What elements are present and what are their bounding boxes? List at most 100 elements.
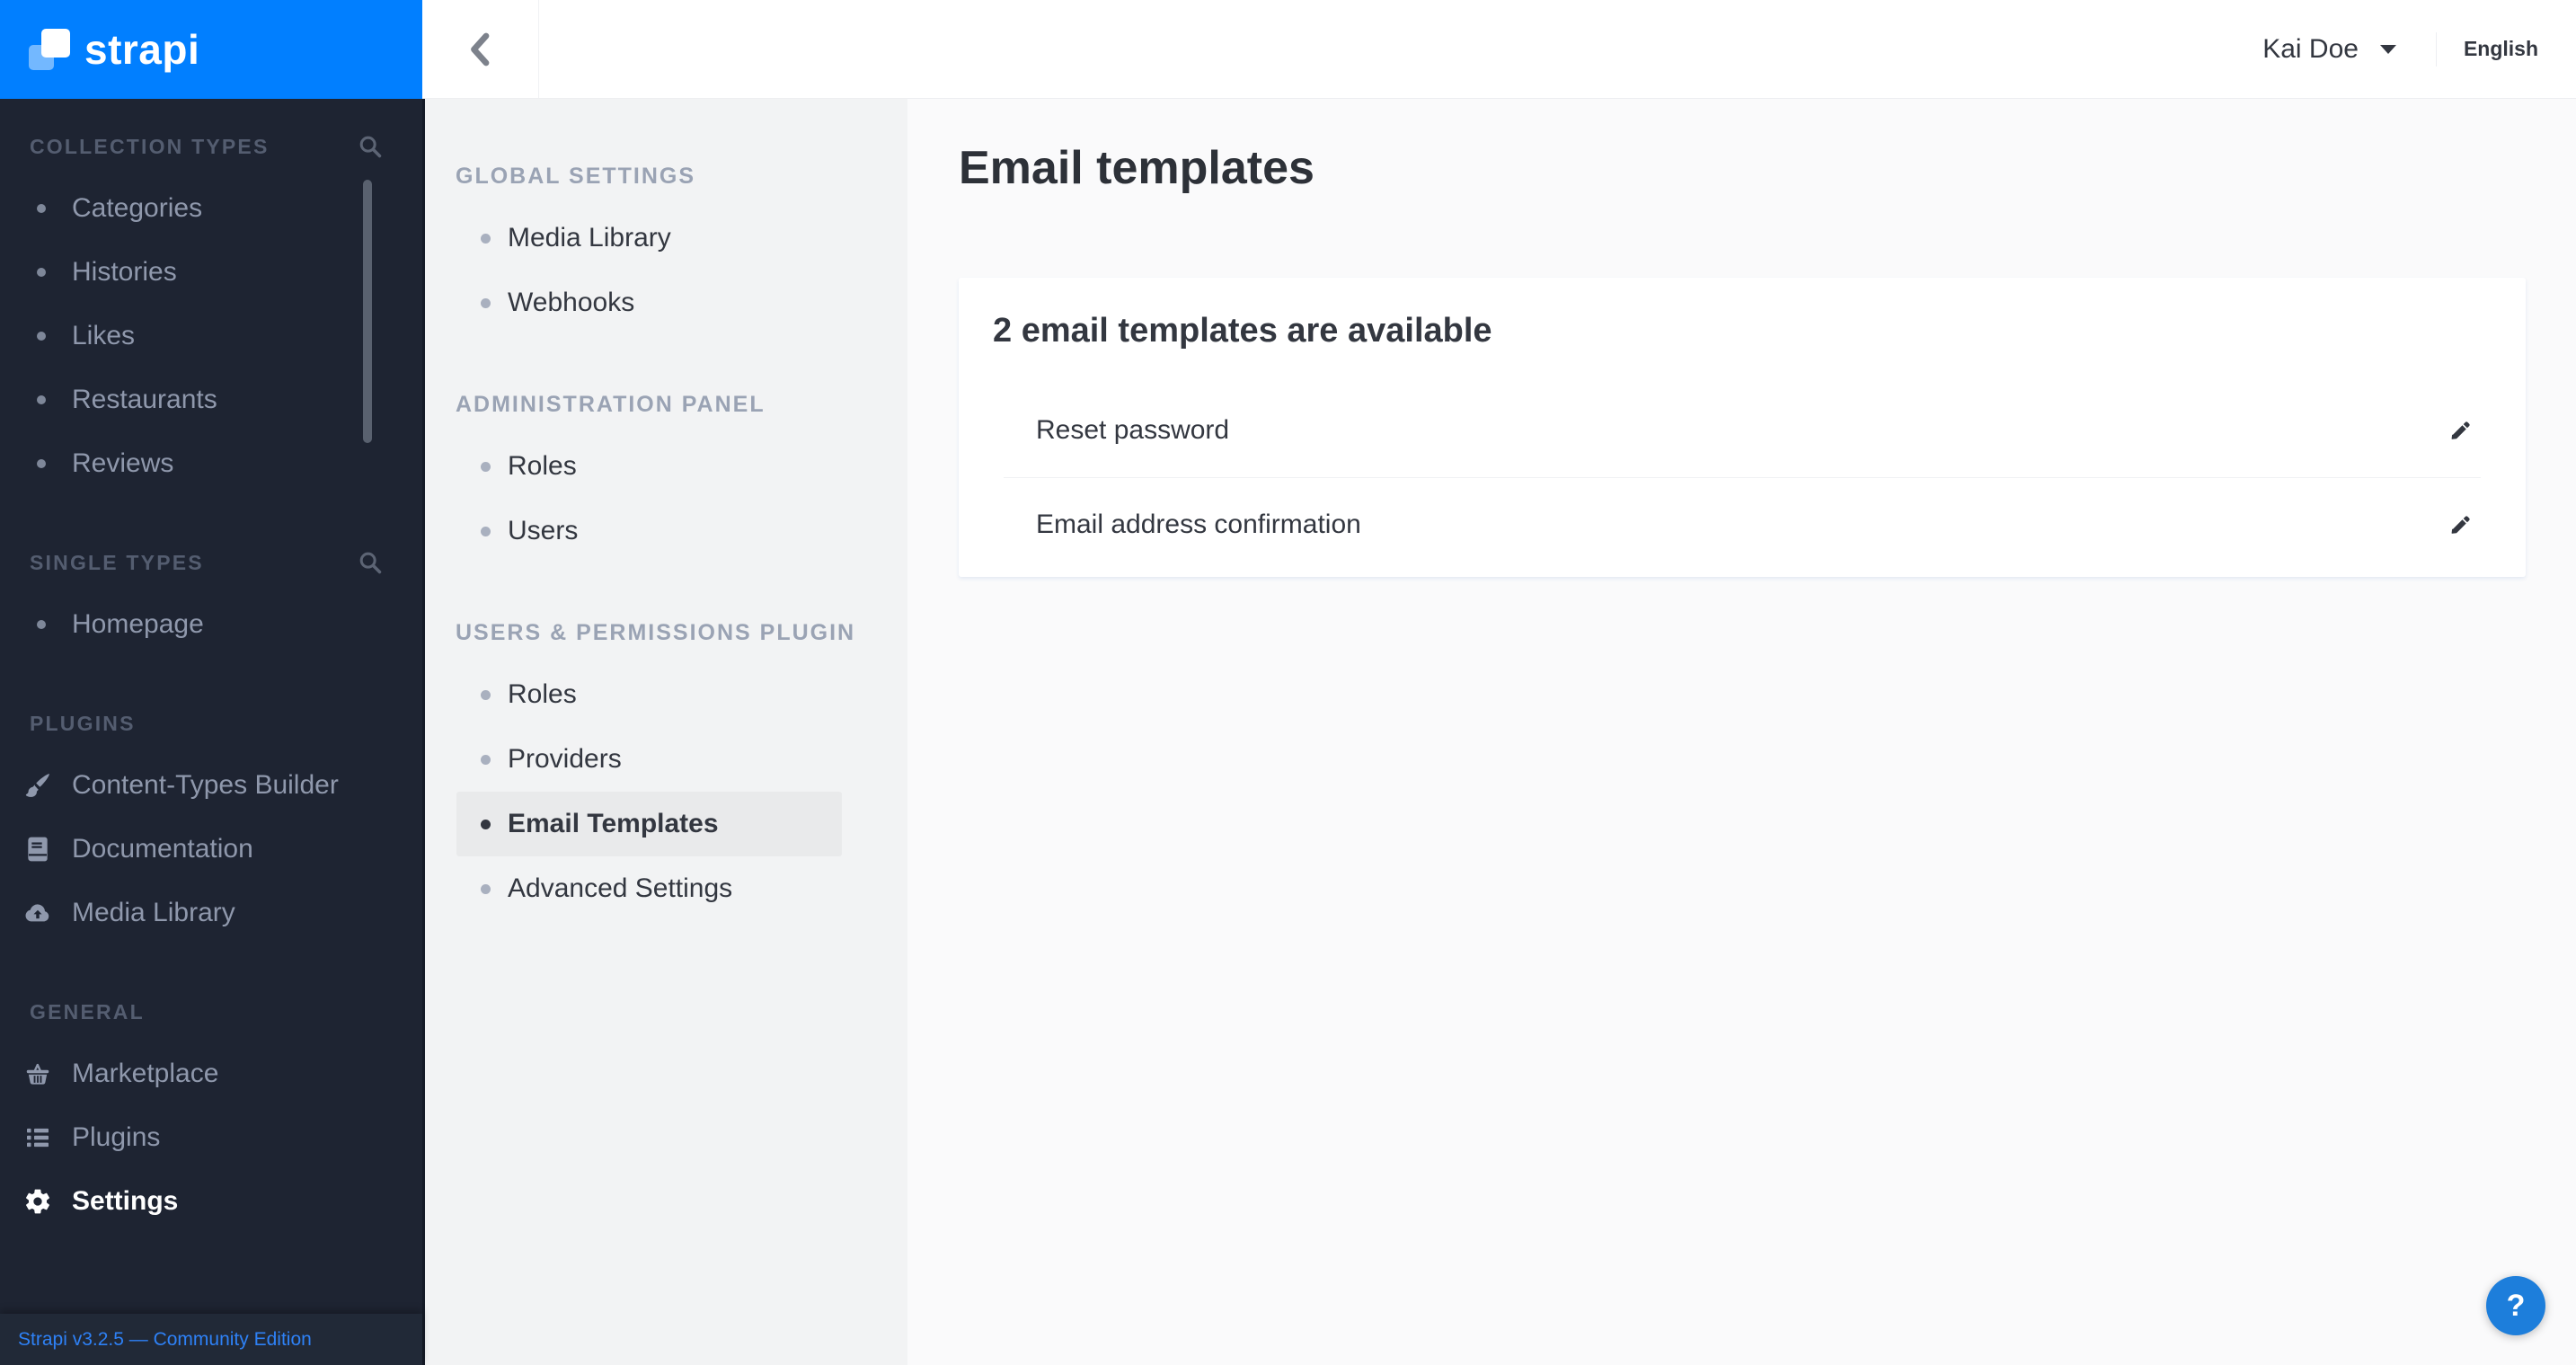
- subnav-item-users[interactable]: Users: [456, 499, 842, 563]
- subnav-item-providers[interactable]: Providers: [456, 727, 842, 792]
- subnav-item-roles[interactable]: Roles: [456, 662, 842, 727]
- sidebar-item-list: Marketplace Plugins Settings: [0, 1041, 422, 1233]
- sidebar-item-reviews[interactable]: Reviews: [0, 431, 422, 495]
- bullet-icon: [37, 394, 46, 404]
- pencil-icon: [2449, 513, 2473, 536]
- sidebar-item-restaurants[interactable]: Restaurants: [0, 368, 422, 431]
- sidebar-item-label: Documentation: [72, 833, 253, 864]
- subnav-item-list: Roles Providers Email Templates Advanced Se…: [422, 662, 907, 921]
- cloud-upload-icon: [23, 899, 52, 927]
- bullet-icon: [37, 619, 46, 629]
- email-templates-card: 2 email templates are available Reset pa…: [959, 278, 2526, 577]
- sidebar-item-label: Restaurants: [72, 384, 217, 414]
- edit-reset-password-button[interactable]: [2441, 411, 2481, 450]
- sidebar-section-label: PLUGINS: [30, 711, 136, 735]
- right-pane: Kai Doe English GLOBAL SETTINGS Media Lib…: [422, 0, 2576, 1365]
- sidebar-item-marketplace[interactable]: Marketplace: [0, 1041, 422, 1105]
- sidebar-item-likes[interactable]: Likes: [0, 304, 422, 368]
- sidebar-section-single-types: SINGLE TYPES Homepage: [0, 542, 422, 656]
- strapi-logo-text: strapi: [84, 26, 200, 73]
- subnav-item-label: Roles: [508, 679, 577, 709]
- sidebar-item-categories[interactable]: Categories: [0, 176, 422, 240]
- sidebar-section-label: GENERAL: [30, 999, 145, 1024]
- topbar-right: Kai Doe English: [2262, 0, 2576, 98]
- strapi-logo-icon: [29, 29, 70, 70]
- subnav-section-administration-panel: ADMINISTRATION PANEL Roles Users: [422, 384, 907, 563]
- subnav-item-label: Providers: [508, 744, 622, 774]
- sidebar-section-label: SINGLE TYPES: [30, 550, 204, 574]
- subnav-section-label: ADMINISTRATION PANEL: [456, 391, 766, 417]
- topbar: Kai Doe English: [422, 0, 2576, 99]
- bullet-icon: [481, 820, 491, 829]
- bullet-icon: [37, 203, 46, 213]
- subnav-item-list: Roles Users: [422, 434, 907, 563]
- book-icon: [23, 835, 52, 864]
- user-menu[interactable]: Kai Doe: [2262, 34, 2398, 65]
- main-sidebar-menu: COLLECTION TYPES Categories Histories Likes…: [0, 99, 422, 1314]
- settings-body: GLOBAL SETTINGS Media Library Webhooks ADMI…: [422, 99, 2576, 1365]
- subnav-item-label: Email Templates: [508, 809, 719, 838]
- subnav-item-label: Users: [508, 516, 579, 545]
- sidebar-item-label: Settings: [72, 1185, 179, 1216]
- help-button[interactable]: ?: [2486, 1276, 2545, 1335]
- sidebar-item-label: Homepage: [72, 608, 204, 639]
- sidebar-item-content-types-builder[interactable]: Content-Types Builder: [0, 753, 422, 817]
- pencil-icon: [2449, 419, 2473, 442]
- sidebar-section-collection-types: COLLECTION TYPES Categories Histories Likes…: [0, 126, 422, 495]
- sidebar-section-header: PLUGINS: [0, 703, 422, 744]
- sidebar-footer: Strapi v3.2.5 — Community Edition: [0, 1314, 422, 1365]
- list-icon: [23, 1123, 52, 1152]
- strapi-logo[interactable]: strapi: [0, 0, 422, 99]
- chevron-left-icon: [465, 31, 497, 68]
- sidebar-item-label: Histories: [72, 256, 177, 287]
- sidebar-item-media-library[interactable]: Media Library: [0, 881, 422, 944]
- template-row-reset-password[interactable]: Reset password: [1004, 383, 2481, 477]
- sidebar-section-header: COLLECTION TYPES: [0, 126, 422, 167]
- sidebar-section-header: GENERAL: [0, 991, 422, 1033]
- search-icon[interactable]: [358, 134, 383, 159]
- subnav-item-webhooks[interactable]: Webhooks: [456, 270, 842, 335]
- sidebar-item-list: Homepage: [0, 592, 422, 656]
- bullet-icon: [481, 298, 491, 308]
- edit-email-address-confirmation-button[interactable]: [2441, 505, 2481, 545]
- sidebar-item-label: Media Library: [72, 897, 235, 927]
- main-sidebar: strapi COLLECTION TYPES Categories Histori…: [0, 0, 422, 1365]
- search-icon[interactable]: [358, 550, 383, 575]
- subnav-item-media-library[interactable]: Media Library: [456, 206, 842, 270]
- subnav-item-roles[interactable]: Roles: [456, 434, 842, 499]
- subnav-section-label: USERS & PERMISSIONS PLUGIN: [456, 619, 856, 645]
- sidebar-scrollbar[interactable]: [363, 180, 372, 443]
- page-title: Email templates: [959, 142, 1315, 194]
- subnav-section-global-settings: GLOBAL SETTINGS Media Library Webhooks: [422, 155, 907, 335]
- version-link[interactable]: Strapi v3.2.5 — Community Edition: [18, 1329, 312, 1351]
- bullet-icon: [37, 331, 46, 341]
- sidebar-item-list: Categories Histories Likes Restaurants Revie…: [0, 176, 422, 495]
- strapi-admin-app: strapi COLLECTION TYPES Categories Histori…: [0, 0, 2576, 1365]
- subnav-section-users-permissions-plugin: USERS & PERMISSIONS PLUGIN Roles Providers…: [422, 612, 907, 921]
- sidebar-item-settings[interactable]: Settings: [0, 1169, 422, 1233]
- card-title: 2 email templates are available: [993, 312, 1492, 350]
- sidebar-item-documentation[interactable]: Documentation: [0, 817, 422, 881]
- sidebar-section-general: GENERAL Marketplace Plugins Settings: [0, 991, 422, 1233]
- sidebar-section-label: COLLECTION TYPES: [30, 134, 270, 158]
- sidebar-item-label: Plugins: [72, 1121, 161, 1152]
- language-button[interactable]: English: [2458, 36, 2544, 62]
- template-name: Email address confirmation: [1036, 510, 1361, 539]
- sidebar-item-label: Marketplace: [72, 1058, 219, 1088]
- sidebar-item-homepage[interactable]: Homepage: [0, 592, 422, 656]
- bullet-icon: [481, 234, 491, 244]
- user-name: Kai Doe: [2262, 33, 2359, 64]
- bullet-icon: [481, 462, 491, 472]
- back-button[interactable]: [422, 0, 539, 98]
- settings-subnav: GLOBAL SETTINGS Media Library Webhooks ADMI…: [422, 99, 907, 1365]
- subnav-item-label: Media Library: [508, 223, 671, 253]
- subnav-item-label: Roles: [508, 451, 577, 481]
- template-list: Reset password Email address confirmation: [959, 383, 2526, 572]
- sidebar-section-plugins: PLUGINS Content-Types Builder Documentatio…: [0, 703, 422, 944]
- sidebar-item-plugins[interactable]: Plugins: [0, 1105, 422, 1169]
- subnav-section-label: GLOBAL SETTINGS: [456, 163, 696, 189]
- subnav-item-email-templates[interactable]: Email Templates: [456, 792, 842, 856]
- subnav-item-advanced-settings[interactable]: Advanced Settings: [456, 856, 842, 921]
- sidebar-item-histories[interactable]: Histories: [0, 240, 422, 304]
- template-row-email-address-confirmation[interactable]: Email address confirmation: [1004, 477, 2481, 572]
